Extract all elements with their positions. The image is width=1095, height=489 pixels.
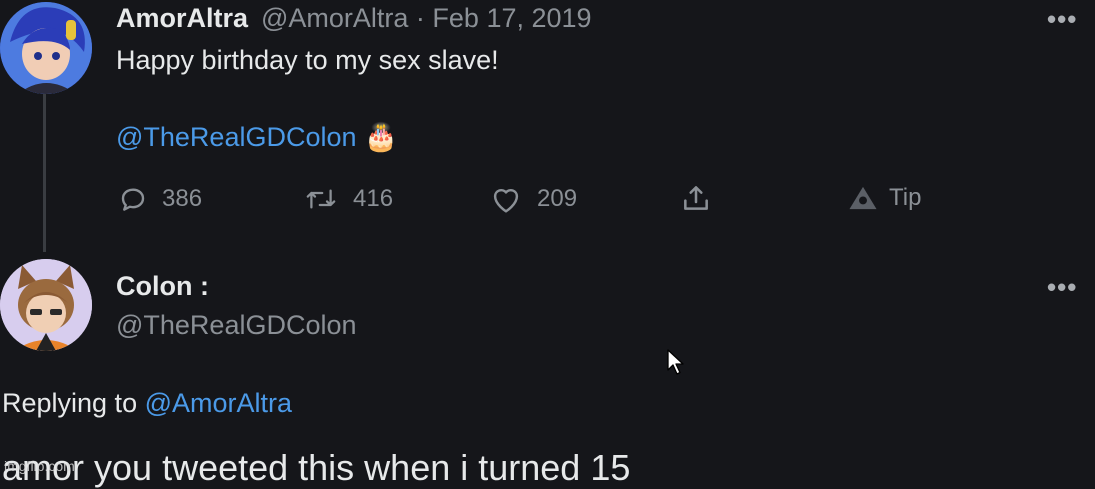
tip-label: Tip [889,184,922,211]
reply-action[interactable]: 386 [118,184,202,214]
like-action[interactable]: 209 [489,184,577,214]
replying-to-label: Replying to [2,388,138,418]
retweet-count: 416 [353,185,394,212]
retweet-action[interactable]: 416 [303,184,393,214]
heart-icon [493,188,519,213]
retweet-icon [306,189,336,209]
like-count: 209 [537,185,578,212]
replying-to-line: Replying to @AmorAltra [2,388,292,419]
reply-text: amor you tweeted this when i turned 15 [2,447,631,488]
reply-icon [121,188,145,211]
share-icon [684,186,708,210]
tweet-handle-date[interactable]: @AmorAltra · Feb 17, 2019 [261,3,592,34]
reply-handle[interactable]: @TheRealGDColon [116,310,357,341]
tweet-more-options-button[interactable]: ••• [1047,4,1077,35]
reply-author-name[interactable]: Colon : [116,271,209,302]
tweet-author-name[interactable]: AmorAltra [116,3,248,34]
amoraltra-avatar[interactable] [0,2,92,94]
reply-count: 386 [162,185,203,212]
share-action[interactable] [680,182,712,214]
mouse-cursor-icon [667,349,684,375]
tweet-mention-link[interactable]: @TheRealGDColon [116,122,357,152]
tweet-text: Happy birthday to my sex slave! [116,45,499,75]
imgflip-watermark: imgflip.com [4,458,75,474]
colon-avatar[interactable] [0,259,92,351]
replying-to-handle-link[interactable]: @AmorAltra [145,388,292,418]
tip-icon [849,186,877,210]
tweet-mention-line: @TheRealGDColon 🎂 [116,121,398,153]
avatar-illustration [0,259,92,351]
cake-emoji: 🎂 [364,122,398,152]
reply-more-options-button[interactable]: ••• [1047,272,1077,303]
avatar-illustration [0,2,92,94]
tip-action[interactable]: Tip [847,184,921,212]
thread-connector-line [43,94,46,252]
